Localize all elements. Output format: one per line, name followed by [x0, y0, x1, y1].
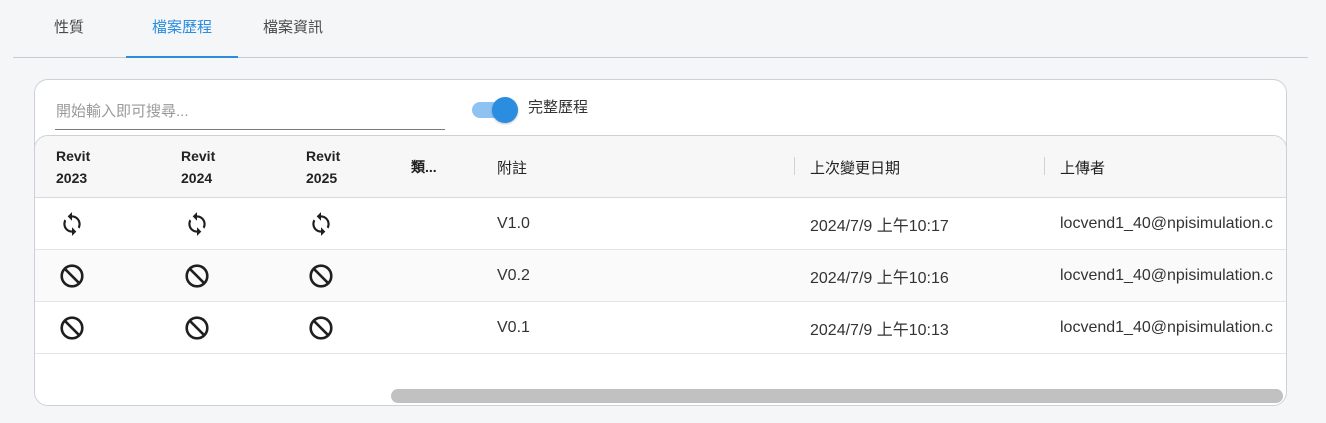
full-history-toggle[interactable]	[471, 96, 519, 124]
revit-2024-status	[184, 302, 210, 354]
search-input[interactable]	[55, 94, 445, 130]
table-row[interactable]: V0.1 2024/7/9 上午10:13 locvend1_40@npisim…	[35, 302, 1286, 354]
uploader-cell: locvend1_40@npisimulation.c	[1060, 267, 1273, 284]
column-header-revit-2024[interactable]: Revit 2024	[181, 136, 271, 198]
uploader-cell: locvend1_40@npisimulation.c	[1060, 319, 1273, 336]
revit-2024-status	[184, 250, 210, 302]
modified-cell: 2024/7/9 上午10:13	[810, 322, 949, 339]
sync-icon[interactable]	[184, 211, 210, 237]
horizontal-scrollbar[interactable]	[389, 388, 1285, 404]
column-header-revit-2023[interactable]: Revit 2023	[56, 136, 146, 198]
history-panel: 完整歷程 Revit 2023 Revit 2024 Revit 2025	[34, 79, 1287, 406]
block-icon[interactable]	[308, 263, 334, 289]
block-icon[interactable]	[308, 315, 334, 341]
revit-2025-status	[308, 302, 334, 354]
table-row[interactable]: V0.2 2024/7/9 上午10:16 locvend1_40@npisim…	[35, 250, 1286, 302]
column-header-revit-2025-line1: Revit	[306, 148, 341, 164]
uploader-cell: locvend1_40@npisimulation.c	[1060, 215, 1273, 232]
table-row[interactable]: V1.0 2024/7/9 上午10:17 locvend1_40@npisim…	[35, 198, 1286, 250]
revit-2024-status	[184, 198, 210, 250]
column-header-revit-2024-line1: Revit	[181, 148, 216, 164]
block-icon[interactable]	[59, 315, 85, 341]
block-icon[interactable]	[184, 315, 210, 341]
note-cell: V0.1	[497, 319, 530, 336]
tab-file-history[interactable]: 檔案歷程	[126, 0, 238, 58]
full-history-label: 完整歷程	[528, 99, 589, 116]
revit-2023-status	[59, 198, 85, 250]
column-header-revit-2024-line2: 2024	[181, 170, 213, 186]
revit-2025-status	[308, 250, 334, 302]
column-header-uploader[interactable]: 上傳者	[1044, 136, 1280, 198]
toggle-knob[interactable]	[492, 97, 518, 123]
modified-cell: 2024/7/9 上午10:16	[810, 270, 949, 287]
table-header: Revit 2023 Revit 2024 Revit 2025 類... 附註	[35, 136, 1286, 198]
revit-2023-status	[59, 302, 85, 354]
block-icon[interactable]	[184, 263, 210, 289]
history-table: Revit 2023 Revit 2024 Revit 2025 類... 附註	[35, 135, 1286, 405]
column-header-revit-2025[interactable]: Revit 2025	[306, 136, 396, 198]
column-separator[interactable]	[1044, 157, 1045, 175]
column-header-modified[interactable]: 上次變更日期	[794, 136, 1030, 198]
column-header-type[interactable]: 類...	[411, 136, 471, 198]
column-separator[interactable]	[794, 157, 795, 175]
block-icon[interactable]	[59, 263, 85, 289]
column-header-uploader-label: 上傳者	[1060, 159, 1106, 177]
sync-icon[interactable]	[308, 211, 334, 237]
revit-2025-status	[308, 198, 334, 250]
column-header-revit-2023-line2: 2023	[56, 170, 88, 186]
column-header-revit-2023-line1: Revit	[56, 148, 91, 164]
column-header-revit-2025-line2: 2025	[306, 170, 338, 186]
column-header-note[interactable]: 附註	[497, 136, 777, 198]
tab-file-info[interactable]: 檔案資訊	[238, 0, 348, 58]
column-header-modified-label: 上次變更日期	[810, 159, 901, 177]
note-cell: V1.0	[497, 215, 530, 232]
scrollbar-thumb[interactable]	[391, 389, 1283, 403]
revit-2023-status	[59, 250, 85, 302]
note-cell: V0.2	[497, 267, 530, 284]
tab-properties[interactable]: 性質	[33, 0, 105, 58]
modified-cell: 2024/7/9 上午10:17	[810, 218, 949, 235]
tab-bar: 性質 檔案歷程 檔案資訊	[13, 0, 1308, 58]
sync-icon[interactable]	[59, 211, 85, 237]
